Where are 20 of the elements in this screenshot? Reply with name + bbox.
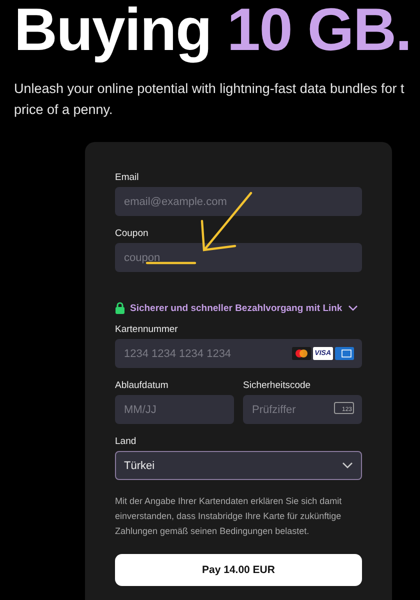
card-number-label: Kartennummer (115, 324, 179, 335)
chevron-icon (348, 305, 358, 311)
consent-text: Mit der Angabe Ihrer Kartendaten erklären Sie sich damit einverstanden, dass Instabridge Ihre Karte für zukünftige Zahlungen gemäß seinen Bedingungen belastet. (115, 495, 343, 538)
chevron-down-icon (342, 462, 353, 469)
expiry-field[interactable]: MM/JJ (115, 395, 234, 424)
expiry-label: Ablaufdatum (115, 380, 170, 391)
security-code-label: Sicherheitscode (243, 380, 312, 391)
page-title: Buying 10 GB. (14, 0, 412, 65)
coupon-field[interactable]: coupon (115, 243, 362, 272)
lock-icon (115, 302, 125, 314)
email-label: Email (115, 172, 140, 183)
country-label: Land (115, 436, 138, 447)
coupon-label: Coupon (115, 228, 150, 239)
country-select[interactable]: Türkei (115, 451, 362, 480)
email-field[interactable]: email@example.com (115, 187, 362, 216)
link-checkout-toggle[interactable]: Sicherer und schneller Bezahlvorgang mit Link (130, 302, 358, 314)
subtitle: Unleash your online potential with lightning-fast data bundles for t price of a penny. (14, 80, 406, 119)
pay-button[interactable]: Pay 14.00 EUR (115, 554, 362, 586)
card-brand-icon (292, 347, 311, 360)
card-brand-icon (335, 347, 354, 360)
